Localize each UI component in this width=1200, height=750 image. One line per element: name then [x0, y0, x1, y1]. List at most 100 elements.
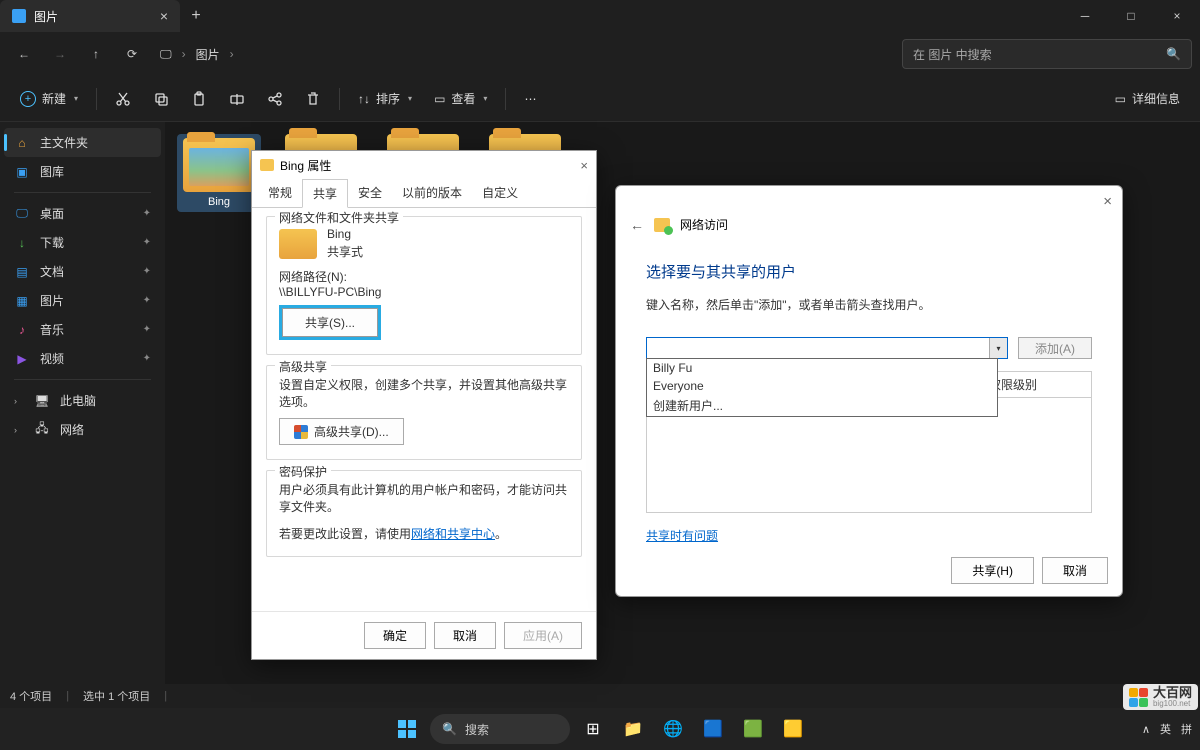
app-icon[interactable]: 🟩 [736, 712, 770, 746]
dropdown-list: Billy Fu Everyone 创建新用户... [646, 358, 998, 417]
folder-label: Bing [208, 196, 230, 208]
forward-button[interactable]: → [44, 38, 76, 70]
ok-button[interactable]: 确定 [364, 622, 426, 649]
chevron-down-icon: ▾ [74, 94, 78, 103]
copy-button[interactable] [143, 83, 179, 115]
close-tab-icon[interactable]: × [160, 8, 168, 24]
dropdown-item[interactable]: Everyone [647, 377, 997, 395]
folder-item[interactable]: Bing [177, 134, 261, 212]
cut-button[interactable] [105, 83, 141, 115]
sidebar-item-downloads[interactable]: ↓下载✦ [0, 228, 165, 257]
window-tab[interactable]: 图片 × [0, 0, 180, 32]
search-icon: 🔍 [1166, 47, 1181, 61]
minimize-button[interactable]: ─ [1062, 0, 1108, 32]
view-button[interactable]: ▭ 查看 ▾ [424, 83, 497, 115]
app-icon[interactable]: 🌐 [656, 712, 690, 746]
system-tray: ∧ 英 拼 [1142, 721, 1192, 737]
tab-strip: 常规 共享 安全 以前的版本 自定义 [252, 179, 596, 208]
dropdown-button[interactable]: ▾ [989, 338, 1007, 358]
app-icon[interactable]: 📁 [616, 712, 650, 746]
sharing-issues-link[interactable]: 共享时有问题 [646, 527, 718, 544]
new-tab-button[interactable]: + [180, 0, 212, 32]
dialog-titlebar[interactable]: × [616, 186, 1122, 216]
chevron-down-icon: ▾ [483, 94, 487, 103]
tab-security[interactable]: 安全 [348, 179, 392, 207]
close-icon[interactable]: × [1103, 193, 1112, 210]
tab-sharing[interactable]: 共享 [302, 179, 348, 208]
pc-icon: 🖥 [34, 393, 50, 409]
sidebar-item-home[interactable]: ⌂主文件夹 [4, 128, 161, 157]
download-icon: ↓ [14, 235, 30, 251]
refresh-button[interactable]: ⟳ [116, 38, 148, 70]
dialog-heading: 选择要与其共享的用户 [646, 261, 1092, 282]
rename-button[interactable] [219, 83, 255, 115]
sort-icon: ↑↓ [358, 92, 370, 106]
dropdown-item[interactable]: Billy Fu [647, 359, 997, 377]
start-button[interactable] [390, 712, 424, 746]
sort-button[interactable]: ↑↓ 排序 ▾ [348, 83, 422, 115]
highlighted-button: 共享(S)... [279, 305, 381, 340]
share-button[interactable] [257, 83, 293, 115]
close-icon[interactable]: × [580, 158, 588, 173]
dialog-title: 网络访问 [680, 216, 728, 233]
back-icon[interactable]: ← [630, 217, 644, 233]
delete-button[interactable] [295, 83, 331, 115]
share-button[interactable]: 共享(H) [951, 557, 1034, 584]
paste-button[interactable] [181, 83, 217, 115]
sidebar-item-thispc[interactable]: ›🖥此电脑 [0, 386, 165, 415]
up-button[interactable]: ↑ [80, 38, 112, 70]
sidebar-item-music[interactable]: ♪音乐✦ [0, 315, 165, 344]
sidebar-item-pictures[interactable]: ▦图片✦ [0, 286, 165, 315]
apply-button[interactable]: 应用(A) [504, 622, 582, 649]
search-input[interactable]: 在 图片 中搜索 🔍 [902, 39, 1192, 69]
details-button[interactable]: ▭ 详细信息 [1105, 83, 1190, 115]
taskbar-search[interactable]: 🔍搜索 [430, 714, 570, 744]
taskview-button[interactable]: ⊞ [576, 712, 610, 746]
more-button[interactable]: ⋯ [514, 83, 546, 115]
sidebar-item-videos[interactable]: ▶视频✦ [0, 344, 165, 373]
user-input[interactable] [647, 338, 989, 358]
watermark: 大百网 big100.net [1123, 684, 1198, 710]
chevron-right-icon: › [14, 425, 24, 435]
sidebar-item-gallery[interactable]: ▣图库 [0, 157, 165, 186]
pin-icon: ✦ [143, 324, 151, 335]
cancel-button[interactable]: 取消 [1042, 557, 1108, 584]
close-button[interactable]: × [1154, 0, 1200, 32]
tab-customize[interactable]: 自定义 [472, 179, 528, 207]
tray-chevron-icon[interactable]: ∧ [1142, 723, 1150, 736]
advanced-sharing-button[interactable]: 高级共享(D)... [279, 418, 404, 445]
tab-title: 图片 [34, 8, 58, 25]
sidebar-item-documents[interactable]: ▤文档✦ [0, 257, 165, 286]
sidebar-item-network[interactable]: ›🖧网络 [0, 415, 165, 444]
new-button[interactable]: + 新建 ▾ [10, 83, 88, 115]
tab-previous-versions[interactable]: 以前的版本 [392, 179, 472, 207]
group-title: 密码保护 [275, 463, 331, 480]
maximize-button[interactable]: □ [1108, 0, 1154, 32]
advanced-desc: 设置自定义权限，创建多个共享，并设置其他高级共享选项。 [279, 376, 569, 410]
shield-icon [294, 425, 308, 439]
back-button[interactable]: ← [8, 38, 40, 70]
app-icon[interactable]: 🟦 [696, 712, 730, 746]
dropdown-item[interactable]: 创建新用户... [647, 395, 997, 416]
ime-indicator[interactable]: 英 [1160, 721, 1171, 737]
window-controls: ─ □ × [1062, 0, 1200, 32]
dialog-body: 网络文件和文件夹共享 Bing 共享式 网络路径(N): \\BILLYFU-P… [252, 208, 596, 611]
network-center-link[interactable]: 网络和共享中心 [411, 527, 495, 541]
share-button[interactable]: 共享(S)... [282, 308, 378, 337]
dialog-header: ← 网络访问 [616, 216, 1122, 241]
dialog-titlebar[interactable]: Bing 属性 × [252, 151, 596, 179]
tab-general[interactable]: 常规 [258, 179, 302, 207]
user-combobox[interactable]: ▾ [646, 337, 1008, 359]
password-desc: 用户必须具有此计算机的用户帐户和密码，才能访问共享文件夹。 [279, 481, 569, 515]
breadcrumb[interactable]: 🖵 › 图片 › [152, 46, 242, 63]
selection-count: 选中 1 个项目 [83, 688, 150, 704]
add-button[interactable]: 添加(A) [1018, 337, 1092, 359]
network-icon: 🖧 [34, 422, 50, 438]
pictures-icon: ▦ [14, 293, 30, 309]
cancel-button[interactable]: 取消 [434, 622, 496, 649]
sidebar-item-desktop[interactable]: 🖵桌面✦ [0, 199, 165, 228]
breadcrumb-item[interactable]: 图片 [196, 46, 220, 63]
user-combo-row: ▾ 添加(A) Billy Fu Everyone 创建新用户... [646, 337, 1092, 359]
ime-mode[interactable]: 拼 [1181, 721, 1192, 737]
app-icon[interactable]: 🟨 [776, 712, 810, 746]
